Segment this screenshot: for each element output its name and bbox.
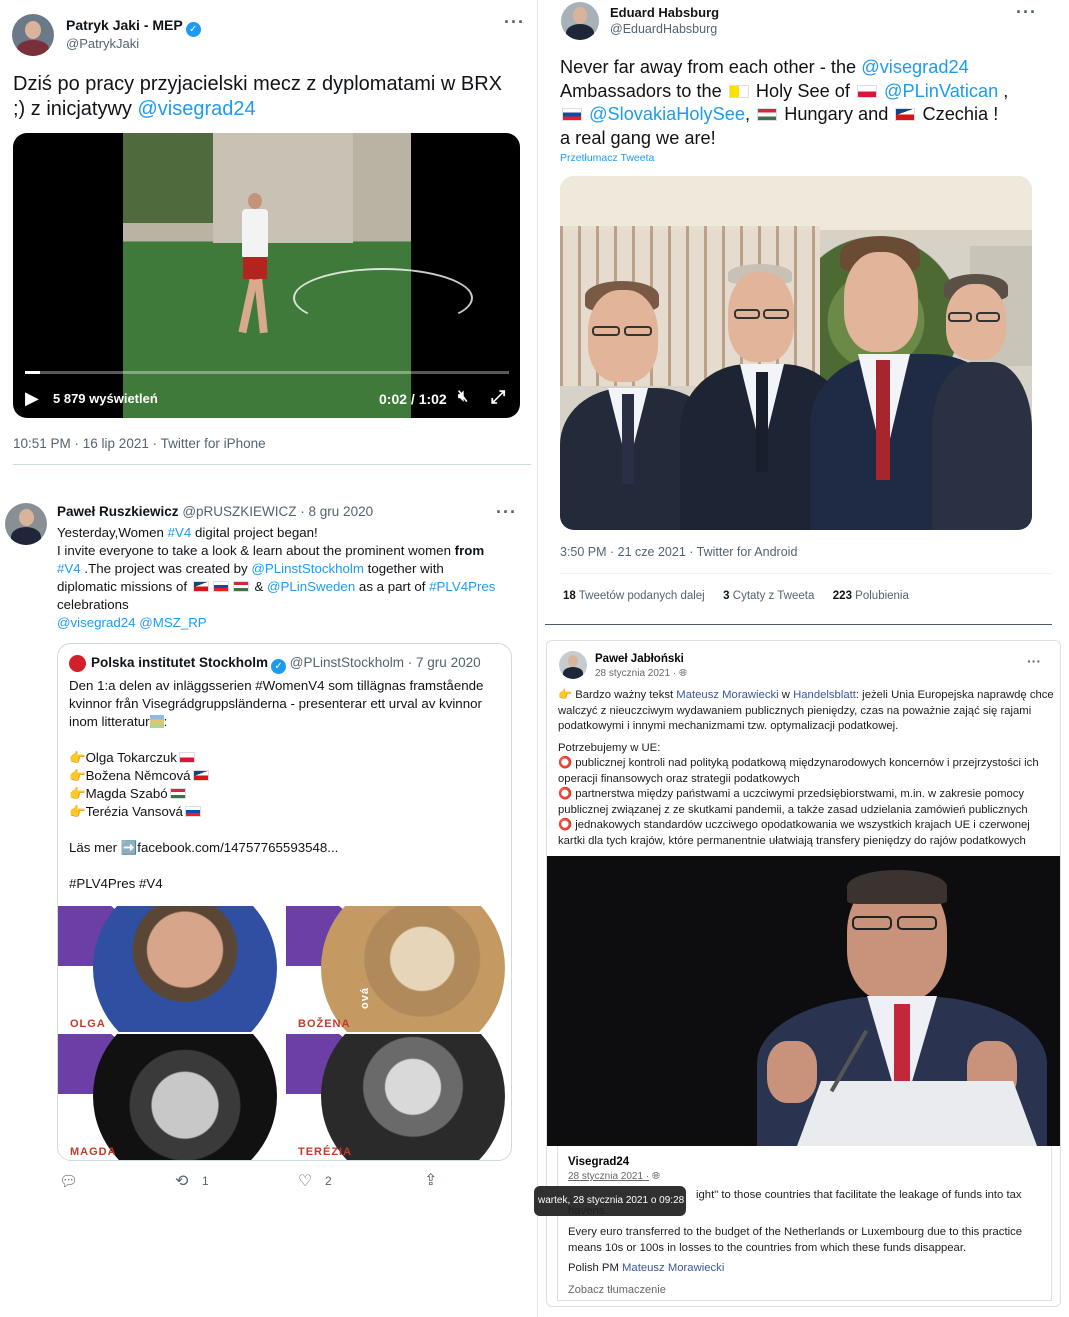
hashtags[interactable]: #PLV4Pres #V4: [69, 875, 509, 893]
mention-link[interactable]: @visegrad24: [861, 57, 968, 77]
mute-icon[interactable]: 🔇︎: [458, 388, 468, 406]
tweet-meta: 3:50 PM · 21 cze 2021 · Twitter for Andr…: [560, 545, 798, 559]
author-name[interactable]: Paweł Ruszkiewicz: [57, 504, 179, 519]
video-frame: [123, 133, 473, 418]
czech-flag-icon: [192, 581, 209, 592]
like-count: 2: [325, 1174, 332, 1188]
fb-post-date[interactable]: 28 stycznia 2021 · 🌐︎: [595, 668, 687, 679]
more-options-icon[interactable]: ···: [1027, 653, 1041, 669]
poland-flag-icon: [856, 84, 877, 98]
globe-icon: 🌐︎: [678, 668, 687, 679]
see-translation-link[interactable]: Zobacz tłumaczenie: [568, 1284, 666, 1296]
hashtag-link[interactable]: #V4: [168, 525, 192, 540]
hashtag-link[interactable]: #V4: [57, 561, 81, 576]
shared-author[interactable]: Visegrad24: [568, 1156, 629, 1168]
czech-flag-icon: [192, 770, 209, 781]
verified-icon: ✓: [185, 22, 201, 37]
translate-link[interactable]: Przetłumacz Tweeta: [560, 152, 654, 164]
video-progress-bar[interactable]: [25, 371, 509, 374]
poland-flag-icon: [178, 752, 195, 763]
shared-date[interactable]: 28 stycznia 2021 · 🌐︎: [568, 1171, 660, 1182]
date-tooltip: wartek, 28 stycznia 2021 o 09:28: [534, 1186, 686, 1216]
avatar[interactable]: [561, 2, 599, 40]
page-link[interactable]: Handelsblatt: [793, 689, 856, 701]
author-handle[interactable]: @EduardHabsburg: [610, 22, 717, 36]
quote-text: Den 1:a delen av inläggsserien #WomenV4 …: [69, 677, 509, 893]
likes-stat[interactable]: 223 Polubienia: [833, 590, 909, 602]
author-name[interactable]: Patryk Jaki - MEP ✓: [66, 17, 201, 37]
quotes-stat[interactable]: 3 Cytaty z Tweeta: [723, 590, 814, 602]
retweets-stat[interactable]: 18 Tweetów podanych dalej: [563, 590, 705, 602]
mention-link[interactable]: @PLinVatican: [884, 81, 998, 101]
globe-icon: 🌐︎: [651, 1171, 660, 1182]
more-options-icon[interactable]: ···: [1016, 2, 1037, 23]
fullscreen-icon[interactable]: ⤢: [491, 387, 505, 408]
mention-link[interactable]: @SlovakiaHolySee: [589, 104, 745, 124]
quote-image-bozena[interactable]: ová BOŽENA: [286, 906, 511, 1032]
more-options-icon[interactable]: ···: [496, 502, 517, 523]
fb-author-name[interactable]: Paweł Jabłoński: [595, 653, 684, 665]
hungary-flag-icon: [169, 788, 186, 799]
quote-author-line[interactable]: Polska institutet Stockholm ✓ @PLinstStoc…: [91, 655, 481, 674]
tweet-text: Never far away from each other - the @vi…: [560, 57, 1009, 148]
profile-link[interactable]: Mateusz Morawiecki: [676, 689, 778, 701]
hungary-flag-icon: [232, 581, 249, 592]
quote-image-olga[interactable]: OLGA: [58, 906, 284, 1032]
mention-link[interactable]: @PLinSweden: [267, 579, 355, 594]
profile-link[interactable]: Mateusz Morawiecki: [622, 1262, 724, 1274]
quote-image-terezia[interactable]: TERÉZIA: [286, 1034, 511, 1160]
reply-icon[interactable]: 💬︎: [59, 1172, 78, 1190]
like-icon[interactable]: ♡: [298, 1171, 312, 1191]
video-player[interactable]: ▶ 5 879 wyświetleń 0:02 / 1:02 🔇︎ ⤢: [13, 133, 520, 418]
avatar[interactable]: [12, 14, 54, 56]
author-line[interactable]: Paweł Ruszkiewicz @pRUSZKIEWICZ · 8 gru …: [57, 504, 373, 519]
avatar[interactable]: [5, 503, 47, 545]
tweet-actions: 💬︎ ⟲ 1 ♡ 2 ⇪: [57, 1172, 507, 1192]
retweet-count: 1: [202, 1174, 209, 1188]
tweet-meta: 10:51 PM · 16 lip 2021 · Twitter for iPh…: [13, 436, 266, 451]
tweet-text: Dziś po pracy przyjacielski mecz z dyplo…: [13, 73, 503, 120]
column-divider: [537, 0, 538, 1317]
more-options-icon[interactable]: ···: [504, 12, 525, 33]
mention-links[interactable]: @visegrad24 @MSZ_RP: [57, 614, 527, 632]
hashtag-link[interactable]: #PLV4Pres: [429, 579, 495, 594]
quoted-tweet[interactable]: Polska institutet Stockholm ✓ @PLinstStoc…: [57, 643, 512, 1161]
czech-flag-icon: [895, 108, 916, 121]
tweet-stats: 18 Tweetów podanych dalej 3 Cytaty z Twe…: [563, 590, 909, 602]
retweet-icon[interactable]: ⟲: [175, 1171, 188, 1191]
hungary-flag-icon: [757, 108, 778, 121]
tweet-photo[interactable]: [560, 176, 1032, 530]
books-icon: [149, 715, 164, 728]
slovak-flag-icon: [212, 581, 229, 592]
institute-logo-icon: [69, 655, 86, 672]
facebook-link[interactable]: Läs mer ➡️facebook.com/14757765593548...: [69, 839, 509, 857]
shared-post[interactable]: Visegrad24 28 stycznia 2021 · 🌐︎ ight" t…: [557, 1146, 1052, 1301]
tweet-text: Yesterday,Women #V4 digital project bega…: [57, 524, 527, 632]
author-handle[interactable]: @PatrykJaki: [66, 36, 139, 51]
divider: [13, 464, 531, 465]
verified-icon: ✓: [271, 659, 287, 674]
share-icon[interactable]: ⇪: [424, 1170, 437, 1190]
divider: [545, 624, 1052, 625]
view-count: 5 879 wyświetleń: [53, 391, 158, 406]
video-time: 0:02 / 1:02: [379, 391, 447, 407]
slovak-flag-icon: [184, 806, 201, 817]
mention-link[interactable]: @visegrad24: [137, 98, 255, 120]
quote-image-magda[interactable]: MAGDA: [58, 1034, 284, 1160]
divider: [560, 573, 1052, 574]
mention-link[interactable]: @PLinstStockholm: [251, 561, 364, 576]
avatar[interactable]: [559, 651, 587, 679]
fb-post-text: 👉 Bardzo ważny tekst Mateusz Morawiecki …: [558, 689, 1054, 847]
author-handle[interactable]: @pRUSZKIEWICZ · 8 gru 2020: [182, 504, 373, 519]
author-name[interactable]: Eduard Habsburg: [610, 5, 719, 20]
play-icon[interactable]: ▶: [25, 388, 39, 409]
vatican-flag-icon: [728, 84, 749, 98]
fb-post-photo[interactable]: [547, 856, 1060, 1146]
slovak-flag-icon: [562, 108, 582, 121]
